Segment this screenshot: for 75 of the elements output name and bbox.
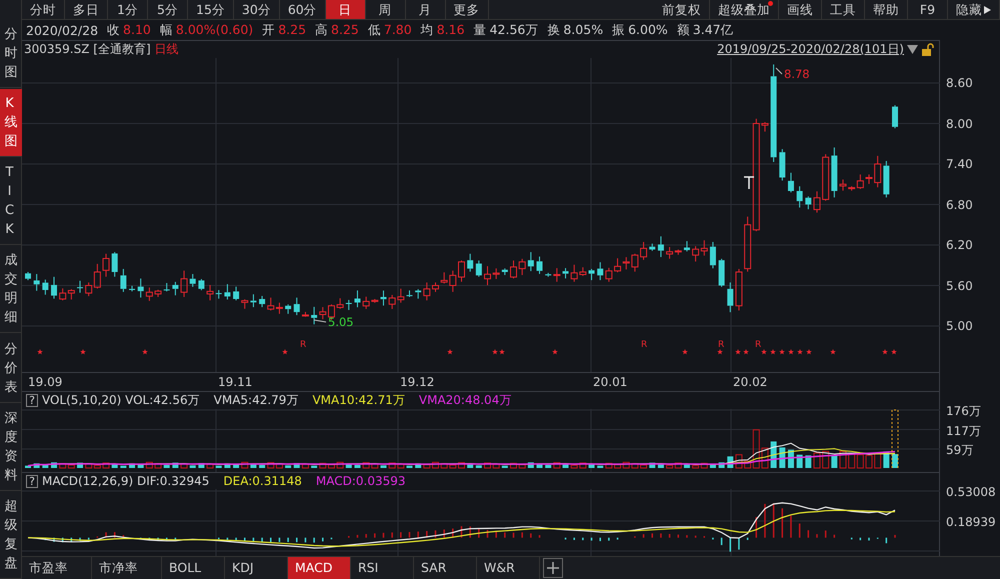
chart-title: 300359.SZ [全通教育] 日线 [24, 41, 179, 58]
quote-field: 高 8.25 [315, 22, 359, 38]
indicator-legend: MACD(12,26,9) DIF:0.32945 [42, 474, 210, 488]
event-mark: R [718, 340, 724, 350]
price-axis-label: 8.60 [946, 76, 973, 90]
price-axis-label: 5.00 [946, 319, 973, 333]
quote-field: 均 8.16 [420, 22, 465, 38]
side-tab[interactable]: 成交明细 [0, 246, 22, 334]
period-tab[interactable]: 15分 [188, 0, 234, 19]
toolbar-button[interactable]: 超级叠加 [710, 0, 779, 19]
period-tab[interactable]: 分时 [22, 0, 65, 19]
indicator-tab[interactable]: BOLL [162, 557, 225, 579]
price-axis-label: 6.20 [946, 238, 973, 252]
toolbar-button[interactable]: 隐藏 [948, 0, 1000, 19]
indicator-tab[interactable]: W&R [477, 557, 540, 579]
period-tab[interactable]: 多日 [65, 0, 108, 19]
quote-field: 开 8.25 [262, 22, 306, 38]
indicator-legend: MACD:0.03593 [316, 474, 406, 488]
period-tab[interactable]: 30分 [234, 0, 280, 19]
period-tab[interactable]: 月 [406, 0, 446, 19]
quote-date: 2020/02/28 [26, 22, 98, 38]
volume-axis-label: 117万 [946, 424, 981, 438]
side-tab[interactable]: TICK [0, 158, 22, 246]
date-axis-label: 19.09 [28, 375, 62, 389]
quote-field: 振 6.00% [612, 22, 668, 38]
price-axis-label: 7.40 [946, 157, 973, 171]
quote-field: 换 8.05% [547, 22, 604, 38]
indicator-tab[interactable]: SAR [414, 557, 477, 579]
side-tab[interactable]: 分价表 [0, 334, 22, 403]
period-tab[interactable]: 5分 [148, 0, 188, 19]
event-mark: R [641, 340, 648, 350]
toolbar-button[interactable]: 帮助 [865, 0, 908, 19]
volume-axis-label: 59万 [946, 443, 974, 457]
toolbar-button[interactable]: 工具 [822, 0, 865, 19]
indicator-legend: VMA10:42.71万 [312, 392, 405, 409]
date-axis-label: 19.12 [400, 375, 434, 389]
indicator-legend: VMA5:42.79万 [214, 392, 298, 409]
price-axis-label: 8.00 [946, 116, 973, 130]
price-annotation: 5.05 [328, 315, 354, 329]
date-range-link[interactable]: 2019/09/25-2020/02/28(101日) [717, 41, 904, 58]
price-axis-label: 5.60 [946, 278, 973, 292]
event-mark: R [300, 340, 306, 350]
toolbar-button[interactable]: 画线 [779, 0, 822, 19]
date-axis-label: 19.11 [218, 375, 252, 389]
macd-axis-label: 0.18939 [946, 515, 996, 529]
toolbar-button[interactable]: 前复权 [654, 0, 710, 19]
period-tab[interactable]: 周 [366, 0, 406, 19]
side-tab[interactable]: 深度资料 [0, 404, 22, 491]
event-mark: R [755, 340, 762, 350]
side-tab[interactable]: K线图 [0, 89, 22, 158]
help-button[interactable]: ? [26, 474, 38, 488]
volume-axis-label: 176万 [946, 404, 981, 418]
period-tab[interactable]: 日 [326, 0, 366, 19]
indicator-tab[interactable]: MACD [288, 557, 351, 579]
period-tab[interactable]: 更多 [446, 0, 489, 19]
price-axis-label: 6.80 [946, 198, 973, 212]
quote-field: 额 3.47亿 [676, 22, 734, 38]
period-tab[interactable]: 1分 [108, 0, 148, 19]
indicator-legend: VOL(5,10,20) VOL:42.56万 [42, 392, 200, 409]
date-axis-label: 20.02 [733, 375, 768, 389]
date-axis-label: 20.01 [593, 375, 628, 389]
indicator-tab[interactable]: 市净率 [92, 557, 162, 579]
help-button[interactable]: ? [26, 394, 38, 407]
indicator-legend: VMA20:48.04万 [418, 392, 512, 409]
indicator-tab[interactable]: 市盈率 [22, 557, 92, 579]
price-annotation: 8.78 [784, 67, 810, 81]
macd-axis-label: 0.53008 [946, 485, 996, 499]
quote-field: 收 8.10 [107, 22, 151, 38]
quote-field: 量 42.56万 [474, 22, 538, 38]
toolbar-button[interactable]: F9 [908, 0, 948, 19]
side-tab[interactable]: 分时图 [0, 20, 22, 88]
quote-field: 低 7.80 [368, 22, 412, 38]
indicator-legend: DEA:0.31148 [223, 474, 302, 488]
quote-field: 幅 8.00%(0.60) [160, 22, 254, 38]
indicator-tab[interactable]: RSI [351, 557, 414, 579]
